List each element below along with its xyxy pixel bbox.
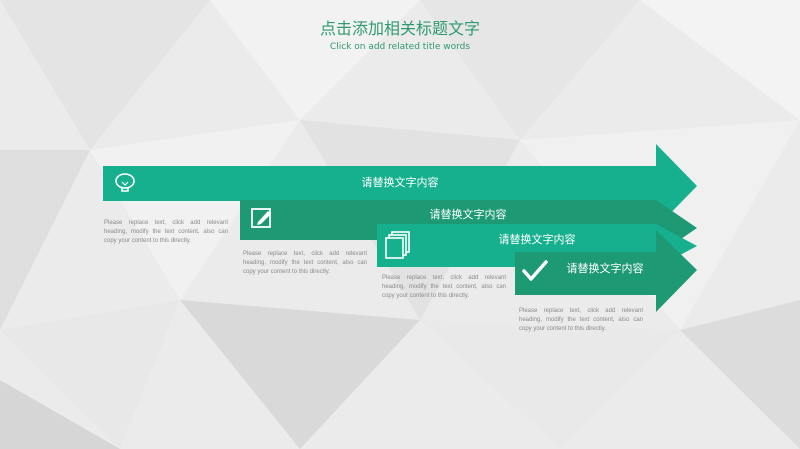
- step-2-description: Please replace text, click add relevant …: [243, 251, 367, 275]
- step-4-description: Please replace text, click add relevant …: [519, 308, 643, 332]
- step-3-label: 请替换文字内容: [498, 233, 576, 246]
- step-3-description: Please replace text, click add relevant …: [382, 275, 506, 299]
- step-1-label: 请替换文字内容: [361, 176, 439, 189]
- step-4-label: 请替换文字内容: [566, 262, 644, 275]
- step-1-description: Please replace text, click add relevant …: [104, 220, 228, 244]
- edit-note-icon: [251, 208, 271, 228]
- lightbulb-icon: [115, 173, 135, 192]
- checkmark-icon: [522, 260, 548, 281]
- stacked-pages-icon: [385, 231, 410, 259]
- step-2-label: 请替换文字内容: [429, 208, 507, 221]
